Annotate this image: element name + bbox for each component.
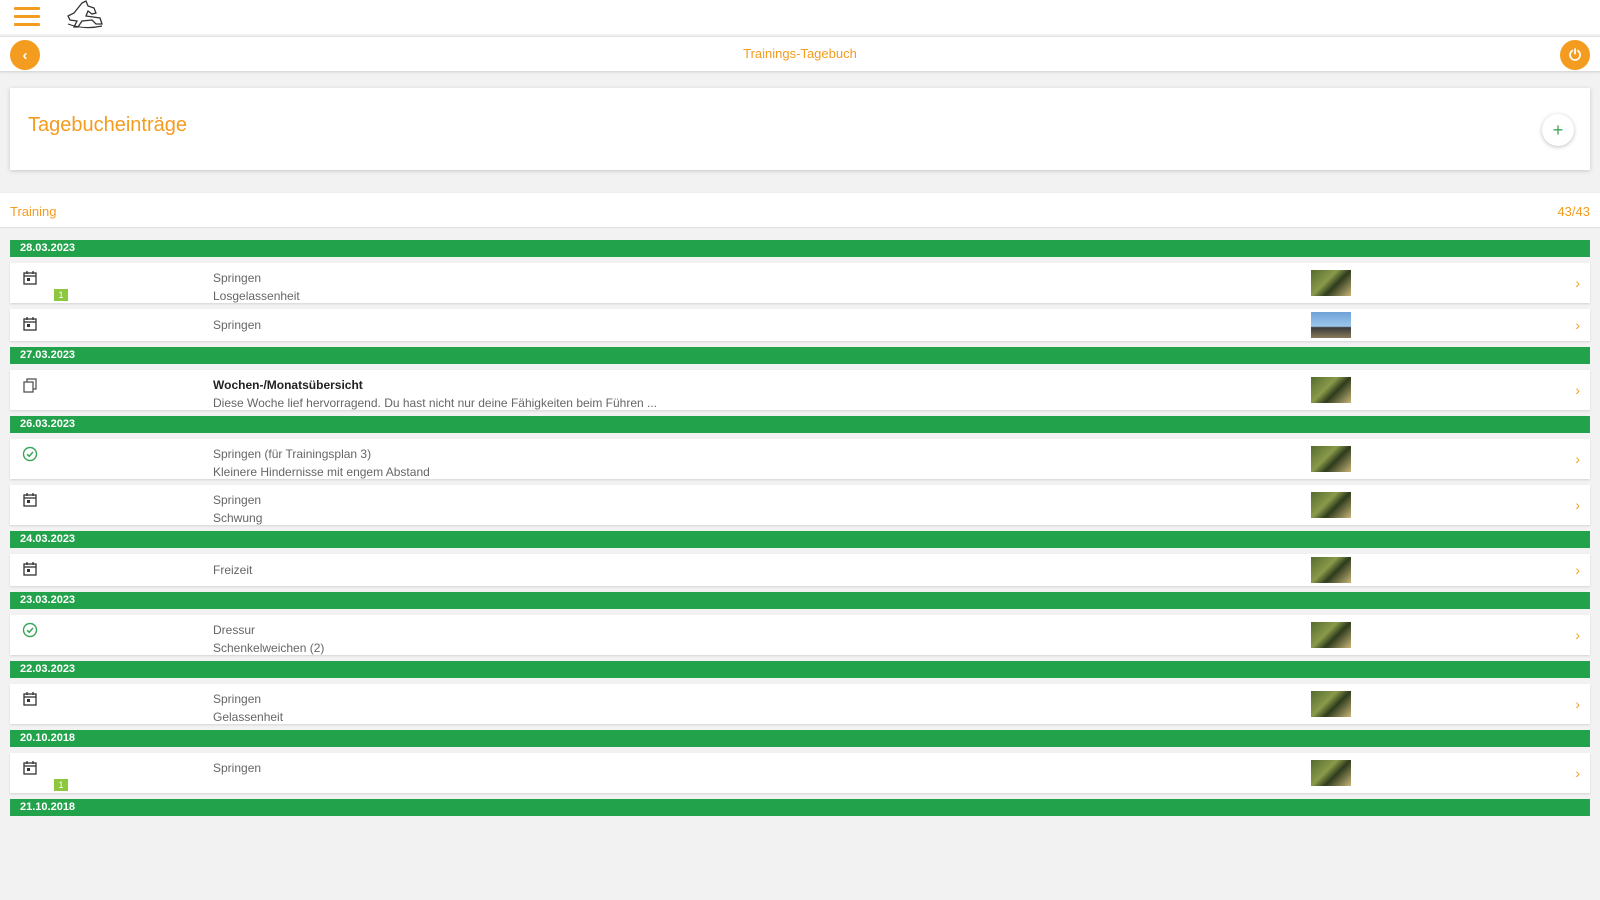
horse-thumbnail: [1311, 377, 1351, 403]
entry-title: Dressur: [213, 623, 256, 637]
entry-title: Springen: [213, 318, 262, 332]
chevron-right-icon: ›: [1575, 497, 1580, 513]
power-button[interactable]: ⏻: [1560, 40, 1590, 70]
entry-text: Springen: [213, 759, 261, 777]
date-header: 23.03.2023: [10, 592, 1590, 609]
date-header: 20.10.2018: [10, 730, 1590, 747]
entry-list: 28.03.2023 1 Springen Losgelassenheit › Sprin…: [10, 240, 1590, 822]
entry-title: Freizeit: [213, 563, 253, 577]
page-title: Trainings-Tagebuch: [743, 46, 857, 61]
horse-thumbnail: [1311, 312, 1351, 338]
check-circle-icon: [22, 622, 38, 638]
entry-text: Freizeit: [213, 561, 252, 579]
entry-text: Springen Losgelassenheit: [213, 269, 300, 305]
date-header: 24.03.2023: [10, 531, 1590, 548]
hamburger-menu-icon[interactable]: [14, 7, 40, 27]
filter-row[interactable]: Training 43/43: [0, 192, 1600, 228]
entry-text: Springen Schwung: [213, 491, 262, 527]
diary-entry[interactable]: Springen Schwung ›: [10, 485, 1590, 525]
calendar-icon: [22, 691, 38, 707]
entry-title: Springen (für Trainingsplan 3): [213, 447, 372, 461]
chevron-right-icon: ›: [1575, 765, 1580, 781]
entry-subtitle: Schenkelweichen (2): [213, 641, 325, 655]
entry-title: Wochen-/Monatsübersicht: [213, 378, 363, 392]
entry-title: Springen: [213, 493, 262, 507]
entry-badge: 1: [54, 779, 68, 791]
top-bar: [0, 0, 1600, 34]
horse-thumbnail: [1311, 446, 1351, 472]
chevron-right-icon: ›: [1575, 696, 1580, 712]
chevron-right-icon: ›: [1575, 627, 1580, 643]
calendar-icon: [22, 760, 38, 776]
diary-entry[interactable]: Springen (für Trainingsplan 3) Kleinere H…: [10, 439, 1590, 479]
chevron-right-icon: ›: [1575, 382, 1580, 398]
horse-thumbnail: [1311, 557, 1351, 583]
filter-count: 43/43: [1557, 204, 1590, 219]
diary-entry[interactable]: 1 Springen Losgelassenheit ›: [10, 263, 1590, 303]
filter-label: Training: [10, 204, 57, 219]
entry-text: Dressur Schenkelweichen (2): [213, 621, 324, 657]
entry-text: Springen: [213, 316, 261, 334]
chevron-right-icon: ›: [1575, 275, 1580, 291]
entry-subtitle: Losgelassenheit: [213, 289, 300, 303]
plus-icon: +: [1552, 119, 1564, 140]
entry-subtitle: Schwung: [213, 511, 263, 525]
entry-title: Springen: [213, 271, 262, 285]
diary-card: Tagebucheinträge +: [10, 88, 1590, 170]
date-header: 26.03.2023: [10, 416, 1590, 433]
horse-thumbnail: [1311, 492, 1351, 518]
entry-title: Springen: [213, 692, 262, 706]
entry-subtitle: Gelassenheit: [213, 710, 284, 724]
diary-entry[interactable]: Dressur Schenkelweichen (2) ›: [10, 615, 1590, 655]
calendar-icon: [22, 316, 38, 332]
nav-bar: ‹ Trainings-Tagebuch ⏻: [0, 36, 1600, 72]
diary-entry[interactable]: Freizeit ›: [10, 554, 1590, 586]
entry-badge: 1: [54, 289, 68, 301]
diary-entry[interactable]: 1 Springen ›: [10, 753, 1590, 793]
copy-icon: [22, 377, 38, 393]
chevron-right-icon: ›: [1575, 562, 1580, 578]
entry-text: Springen (für Trainingsplan 3) Kleinere H…: [213, 445, 430, 481]
date-header: 28.03.2023: [10, 240, 1590, 257]
diary-entry[interactable]: Springen ›: [10, 309, 1590, 341]
horse-thumbnail: [1311, 691, 1351, 717]
chevron-right-icon: ›: [1575, 317, 1580, 333]
date-header: 22.03.2023: [10, 661, 1590, 678]
power-icon: ⏻: [1569, 46, 1581, 64]
entry-subtitle: Diese Woche lief hervorragend. Du hast n…: [213, 396, 658, 410]
chevron-right-icon: ›: [1575, 451, 1580, 467]
horse-thumbnail: [1311, 760, 1351, 786]
calendar-icon: [22, 270, 38, 286]
add-entry-button[interactable]: +: [1542, 114, 1574, 146]
horse-thumbnail: [1311, 622, 1351, 648]
card-title: Tagebucheinträge: [28, 114, 188, 136]
horse-logo-icon: [67, 0, 103, 29]
calendar-icon: [22, 561, 38, 577]
entry-text: Springen Gelassenheit: [213, 690, 283, 726]
entry-subtitle: Kleinere Hindernisse mit engem Abstand: [213, 465, 430, 479]
date-header: 27.03.2023: [10, 347, 1590, 364]
entry-text: Wochen-/Monatsübersicht Diese Woche lief …: [213, 376, 657, 412]
entry-title: Springen: [213, 761, 262, 775]
check-circle-icon: [22, 446, 38, 462]
horse-thumbnail: [1311, 270, 1351, 296]
calendar-icon: [22, 492, 38, 508]
diary-entry[interactable]: Wochen-/Monatsübersicht Diese Woche lief …: [10, 370, 1590, 410]
diary-entry[interactable]: Springen Gelassenheit ›: [10, 684, 1590, 724]
date-header: 21.10.2018: [10, 799, 1590, 816]
